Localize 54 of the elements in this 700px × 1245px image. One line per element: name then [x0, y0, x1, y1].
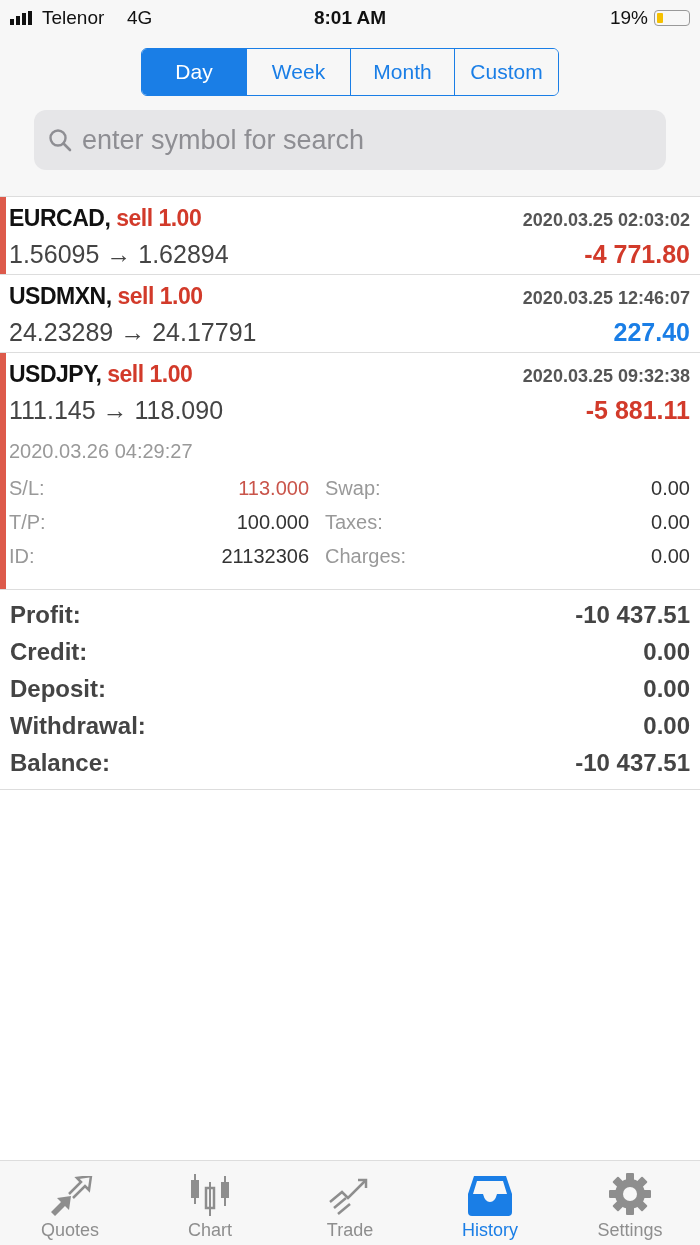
- battery-icon: [654, 10, 690, 26]
- deal-row[interactable]: EURCAD, sell 1.00 2020.03.25 02:03:02 1.56095 → 1.62894 -4 771.80: [6, 197, 700, 274]
- detail-label: S/L:: [9, 476, 46, 501]
- deal-profit: -5 881.11: [585, 395, 690, 426]
- detail-value: 113.000: [237, 476, 309, 501]
- detail-label: ID:: [9, 544, 36, 569]
- deal-prices: 111.145 → 118.090: [9, 395, 224, 426]
- network-type: 4G: [126, 7, 153, 29]
- detail-value: 0.00: [650, 476, 690, 501]
- detail-label: T/P:: [9, 510, 47, 535]
- deal-prices: 1.56095 → 1.62894: [9, 239, 229, 270]
- summary-value: 0.00: [643, 637, 690, 667]
- detail-label: Swap:: [324, 476, 382, 501]
- summary-label: Deposit:: [10, 674, 106, 704]
- tab-bar-item[interactable]: Quotes: [0, 1161, 140, 1245]
- battery-percent: 19%: [609, 7, 648, 29]
- search-field[interactable]: enter symbol for search: [34, 110, 666, 170]
- summary-value: 0.00: [643, 711, 690, 741]
- deal-row[interactable]: USDMXN, sell 1.00 2020.03.25 12:46:07 24.23289 → 24.17791 227.40: [6, 275, 700, 352]
- deal-time: 2020.03.25 12:46:07: [522, 287, 690, 310]
- candlestick-icon: [188, 1174, 232, 1216]
- summary-value: 0.00: [643, 674, 690, 704]
- summary-value: -10 437.51: [575, 748, 690, 778]
- tab-bar-item[interactable]: Trade: [280, 1161, 420, 1245]
- detail-value: 0.00: [650, 544, 690, 569]
- inbox-tray-icon: [468, 1174, 512, 1216]
- summary-label: Credit:: [10, 637, 88, 667]
- detail-label: Charges:: [324, 544, 408, 569]
- tab-bar-item[interactable]: Settings: [560, 1161, 700, 1245]
- summary-label: Withdrawal:: [10, 711, 146, 741]
- detail-value: 100.000: [235, 510, 309, 535]
- summary-value: -10 437.51: [575, 600, 690, 630]
- deal-time: 2020.03.25 02:03:02: [522, 209, 690, 232]
- deal-prices: 24.23289 → 24.17791: [9, 317, 257, 348]
- deal-time: 2020.03.25 09:32:38: [522, 365, 690, 388]
- period-tab[interactable]: Custom: [454, 49, 558, 95]
- deal-title: USDJPY, sell 1.00: [9, 360, 193, 389]
- summary-label: Profit:: [10, 600, 81, 630]
- deal-row[interactable]: USDJPY, sell 1.00 2020.03.25 09:32:38 111.145 → 118.090 -5 881.11 2020.03.26 04:29:27 S/L: 113.000 Swap: 0.00 T/P: 100.000 Taxes: 0.00 ID: 21132306 Charges: 0.00: [6, 353, 700, 589]
- tab-bar-item[interactable]: Chart: [140, 1161, 280, 1245]
- deal-profit: 227.40: [613, 317, 690, 348]
- period-tab[interactable]: Day: [142, 49, 246, 95]
- deal-profit: -4 771.80: [584, 239, 690, 270]
- detail-value: 21132306: [220, 544, 309, 569]
- tab-bar-item[interactable]: History: [420, 1161, 560, 1245]
- deal-title: EURCAD, sell 1.00: [9, 204, 202, 233]
- close-time: 2020.03.26 04:29:27: [9, 440, 194, 463]
- detail-value: 0.00: [650, 510, 690, 535]
- detail-label: Taxes:: [324, 510, 384, 535]
- clock-time: 8:01 AM: [313, 7, 387, 29]
- settings-icon: [608, 1172, 652, 1216]
- summary-label: Balance:: [10, 748, 111, 778]
- deal-title: USDMXN, sell 1.00: [9, 282, 203, 311]
- carrier-name: Telenor: [42, 7, 105, 29]
